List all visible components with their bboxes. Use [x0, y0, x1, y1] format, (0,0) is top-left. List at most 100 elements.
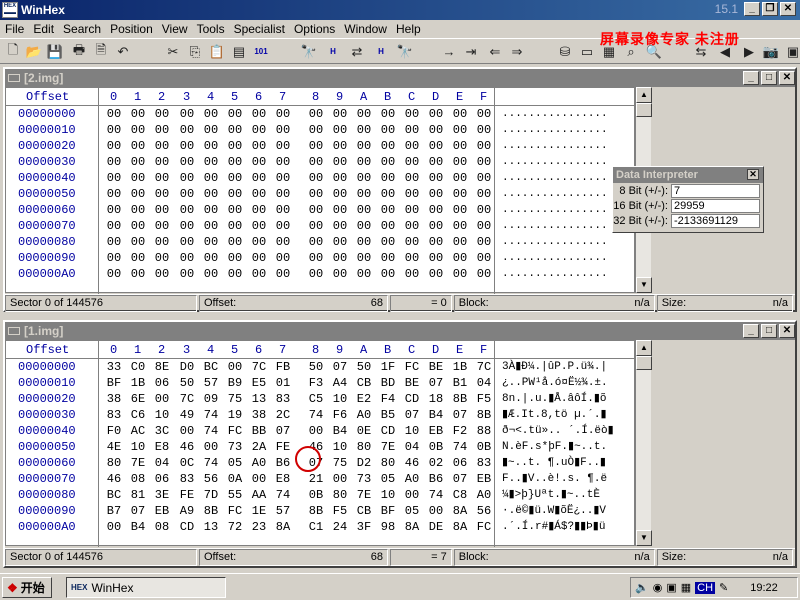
hex-byte[interactable]: 00 [225, 186, 245, 202]
hex-byte[interactable]: 7C [177, 391, 197, 407]
hex-byte[interactable]: 00 [128, 234, 148, 250]
hex-byte[interactable]: 00 [273, 106, 293, 122]
hex-byte[interactable]: 05 [402, 503, 422, 519]
hex-byte[interactable]: 00 [128, 138, 148, 154]
hex-byte[interactable]: 00 [128, 154, 148, 170]
hex-byte[interactable]: 1F [378, 359, 398, 375]
hex-byte[interactable]: 1B [128, 375, 148, 391]
hex-byte[interactable]: BF [104, 375, 124, 391]
hex-byte[interactable]: 00 [177, 138, 197, 154]
ascii-text[interactable]: ¿..PW¹å.ó¤Ë½¾.±. [502, 375, 608, 391]
menu-file[interactable]: File [2, 22, 30, 36]
hex-byte[interactable]: 46 [402, 455, 422, 471]
hex-byte[interactable]: 00 [104, 106, 124, 122]
table-row[interactable]: 00000040 00 00 00 00 00 00 00 00 00 00 00 00 00 00 00 00… [6, 170, 634, 186]
cut-icon[interactable]: ✂ [164, 43, 182, 60]
hex-byte[interactable]: 73 [225, 439, 245, 455]
window-close-button[interactable]: ✕ [779, 324, 795, 338]
hex-byte[interactable]: 56 [474, 503, 494, 519]
hex-byte[interactable]: F0 [104, 423, 124, 439]
hex-byte[interactable]: 00 [104, 186, 124, 202]
forward-icon[interactable]: ⇒ [508, 43, 526, 60]
hex-byte[interactable]: 00 [306, 202, 326, 218]
hex-byte[interactable]: 00 [201, 439, 221, 455]
menu-options[interactable]: Options [291, 22, 341, 36]
table-row[interactable]: 000000A0 00 00 00 00 00 00 00 00 00 00 00 00 00 00 00 00… [6, 266, 634, 282]
hex-byte[interactable]: E5 [249, 375, 269, 391]
hex-byte[interactable]: 33 [104, 359, 124, 375]
hex-byte[interactable]: B5 [378, 407, 398, 423]
hex-byte[interactable]: A0 [249, 455, 269, 471]
hex-byte[interactable]: BD [378, 375, 398, 391]
hex-byte[interactable]: 00 [426, 250, 446, 266]
hex-byte[interactable]: 00 [402, 154, 422, 170]
hex-byte[interactable]: 00 [378, 170, 398, 186]
hex-byte[interactable]: 21 [306, 471, 326, 487]
hex-byte[interactable]: 00 [225, 266, 245, 282]
hex-byte[interactable]: 83 [273, 391, 293, 407]
hex-byte[interactable]: 00 [450, 218, 470, 234]
hex-byte[interactable]: CD [402, 391, 422, 407]
hex-byte[interactable]: BC [201, 359, 221, 375]
hex-byte[interactable]: 00 [273, 138, 293, 154]
hex-byte[interactable]: 04 [402, 439, 422, 455]
hex-byte[interactable]: 00 [402, 186, 422, 202]
hex-byte[interactable]: 00 [402, 218, 422, 234]
ascii-text[interactable]: ................ [502, 154, 608, 170]
hex-byte[interactable]: 74 [306, 407, 326, 423]
hex-byte[interactable]: 00 [450, 122, 470, 138]
hex-byte[interactable]: EB [152, 503, 172, 519]
hex-byte[interactable]: 24 [330, 519, 350, 535]
hex-byte[interactable]: 00 [378, 266, 398, 282]
recorder-icon[interactable]: ▦ [681, 581, 691, 594]
hex-byte[interactable]: 13 [201, 519, 221, 535]
hex-byte[interactable]: 00 [249, 138, 269, 154]
hex-byte[interactable]: 05 [378, 471, 398, 487]
write-block-icon[interactable]: ▤ [230, 43, 248, 60]
ram-icon[interactable]: ▭ [578, 43, 596, 60]
interpreter-value[interactable]: -2133691129 [671, 213, 760, 228]
copy-icon[interactable]: ⎘ [186, 43, 204, 60]
hex-byte[interactable]: 00 [426, 170, 446, 186]
hex-byte[interactable]: A4 [330, 375, 350, 391]
hex-byte[interactable]: CB [354, 375, 374, 391]
hex-byte[interactable]: 10 [152, 407, 172, 423]
hex-byte[interactable]: 00 [104, 250, 124, 266]
hex-byte[interactable]: 07 [330, 359, 350, 375]
hex-byte[interactable]: BF [378, 503, 398, 519]
hex-byte[interactable]: 00 [474, 250, 494, 266]
hex-byte[interactable]: 00 [152, 202, 172, 218]
hex-byte[interactable]: 8E [152, 359, 172, 375]
hex-byte[interactable]: 8A [450, 519, 470, 535]
window-close-button[interactable]: ✕ [779, 71, 795, 85]
hex-byte[interactable]: B7 [104, 503, 124, 519]
hex-byte[interactable]: 00 [402, 138, 422, 154]
hex-byte[interactable]: 00 [152, 234, 172, 250]
window-minimize-button[interactable]: _ [743, 71, 759, 85]
hex-byte[interactable]: 00 [426, 186, 446, 202]
hex-byte[interactable]: 00 [450, 202, 470, 218]
hex-byte[interactable]: 2A [249, 439, 269, 455]
undo-icon[interactable]: ↶ [114, 43, 132, 60]
new-file-icon[interactable]: 🗋 [4, 42, 22, 60]
hex-byte[interactable]: 05 [225, 455, 245, 471]
hex-byte[interactable]: 0E [354, 423, 374, 439]
hex-byte[interactable]: 00 [177, 154, 197, 170]
hex-byte[interactable]: D2 [354, 455, 374, 471]
hex-byte[interactable]: 18 [426, 391, 446, 407]
hex-byte[interactable]: FC [225, 503, 245, 519]
hex-byte[interactable]: 00 [426, 234, 446, 250]
hex-byte[interactable]: 00 [225, 234, 245, 250]
hex-byte[interactable]: 00 [426, 503, 446, 519]
hex-byte[interactable]: 00 [330, 234, 350, 250]
hex-byte[interactable]: FC [225, 423, 245, 439]
hex-byte[interactable]: 00 [273, 154, 293, 170]
hex-byte[interactable]: 00 [402, 202, 422, 218]
ascii-text[interactable]: F..▮V..è!.s. ¶.ë [502, 471, 607, 487]
hex-byte[interactable]: 00 [306, 266, 326, 282]
table-row[interactable]: 00000080 00 00 00 00 00 00 00 00 00 00 00 00 00 00 00 00… [6, 234, 634, 250]
replace-text-icon[interactable]: ⇄ [348, 43, 366, 60]
table-row[interactable]: 00000020 38 6E 00 7C 09 75 13 83 C5 10 E2 F4 CD 18 8B F5… [6, 391, 634, 407]
menu-edit[interactable]: Edit [30, 22, 60, 36]
hex-byte[interactable]: 98 [378, 519, 398, 535]
